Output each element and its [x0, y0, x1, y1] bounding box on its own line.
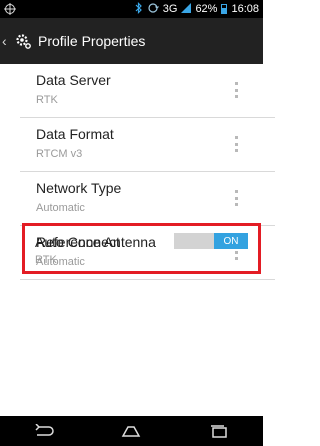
auto-connect-value: RTK [35, 254, 57, 266]
setting-network-type[interactable]: Network Type Automatic [20, 172, 275, 226]
overflow-menu-icon[interactable] [235, 136, 239, 152]
overflow-menu-icon[interactable] [235, 190, 239, 206]
setting-title: Data Format [36, 126, 114, 142]
home-icon[interactable] [114, 421, 148, 441]
setting-title: Data Server [36, 72, 111, 88]
auto-connect-toggle[interactable]: ON [174, 233, 248, 249]
status-bar: 3G 62% 16:08 [0, 0, 263, 18]
sync-icon [147, 2, 159, 17]
setting-title: Network Type [36, 180, 122, 196]
toggle-on-label: ON [214, 233, 248, 249]
navigation-bar [0, 416, 263, 446]
auto-connect-title: Auto Connect [35, 234, 120, 250]
setting-value: RTK [36, 94, 58, 106]
setting-value: RTCM v3 [36, 148, 83, 160]
network-type-label: 3G [162, 2, 178, 15]
battery-fill [222, 8, 227, 13]
battery-icon [221, 4, 228, 14]
status-time: 16:08 [231, 2, 259, 15]
action-bar: ‹ Profile Properties [0, 18, 263, 64]
setting-data-format[interactable]: Data Format RTCM v3 [20, 118, 275, 172]
recent-apps-icon[interactable] [202, 421, 236, 441]
chevron-left-icon[interactable]: ‹ [2, 33, 12, 49]
auto-connect-row[interactable]: Auto Connect RTK ON [22, 223, 261, 274]
signal-icon [181, 2, 192, 16]
battery-percent: 62% [195, 2, 218, 15]
setting-data-server[interactable]: Data Server RTK [20, 64, 275, 118]
toggle-track [174, 233, 214, 249]
setting-value: Automatic [36, 202, 85, 214]
back-icon[interactable] [27, 421, 61, 441]
overflow-menu-icon[interactable] [235, 82, 239, 98]
page-title: Profile Properties [38, 33, 146, 49]
bluetooth-icon [135, 1, 143, 17]
gear-icon[interactable] [14, 32, 32, 50]
crosshair-icon [4, 3, 16, 15]
